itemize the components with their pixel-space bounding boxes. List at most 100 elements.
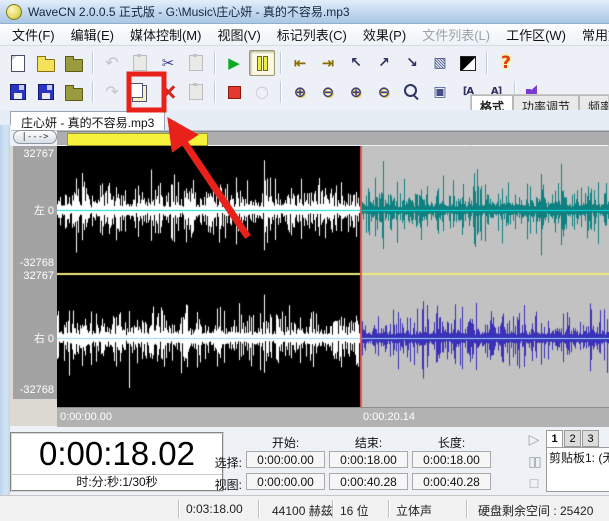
clipboard-tab-2[interactable]: 2: [564, 430, 581, 447]
status-samplerate: 44100 赫兹: [272, 504, 333, 518]
delete-icon: [159, 83, 177, 101]
paste-special-button[interactable]: [183, 50, 209, 76]
select-down-icon: ↘: [406, 55, 418, 71]
menu-view[interactable]: 视图(V): [209, 23, 268, 46]
scroll-mode-button[interactable]: |--->: [13, 130, 57, 144]
help-button[interactable]: ?: [493, 50, 519, 76]
record-icon: ○: [255, 82, 269, 101]
redo-button[interactable]: ↷: [99, 79, 125, 105]
invert-selection-button[interactable]: [455, 50, 481, 76]
copy-icon: [130, 83, 143, 98]
header-start: 开始:: [271, 436, 300, 450]
play-icon: ▶: [228, 53, 240, 72]
selection-start-field[interactable]: 0:00:00.00: [246, 451, 325, 468]
toolbar-separator: [280, 81, 282, 103]
file-tab[interactable]: 庄心妍 - 真的不容易.mp3: [10, 111, 166, 130]
mix-paste-button[interactable]: [183, 79, 209, 105]
pause-button[interactable]: [249, 50, 275, 76]
clipboard-tab-1[interactable]: 1: [546, 430, 563, 448]
selection-end-field[interactable]: 0:00:18.00: [329, 451, 408, 468]
right-zero-label: 右 0: [33, 333, 54, 345]
scrollbar-thumb[interactable]: [67, 133, 208, 146]
menu-file-list: 文件列表(L): [422, 28, 491, 43]
zoom-magnifier-button[interactable]: [399, 79, 425, 105]
mix-paste-icon: [189, 83, 203, 100]
new-file-button[interactable]: [5, 50, 31, 76]
delete-button[interactable]: [155, 79, 181, 105]
timeline-start-label: 0:00:00.00: [60, 411, 112, 423]
select-left-icon: ↖: [350, 55, 362, 71]
toolbar-separator: [92, 52, 94, 74]
zoom-in-icon: ⊕: [293, 82, 307, 101]
clipboard-status: 剪贴板1: (无: [546, 447, 609, 492]
select-to-start-button[interactable]: ⇤: [287, 50, 313, 76]
save-as-button[interactable]: [33, 79, 59, 105]
zoom-selection-icon: ▣: [433, 84, 447, 100]
menu-marker-list[interactable]: 标记列表(C): [269, 23, 355, 46]
play-button[interactable]: ▶: [221, 50, 247, 76]
view-length-field[interactable]: 0:00:40.28: [412, 473, 491, 490]
select-to-start-icon: ⇤: [293, 53, 307, 72]
menu-common-files[interactable]: 常用文件(A): [574, 23, 609, 46]
paste-special-icon: [189, 54, 203, 71]
view-row-label: 视图:: [214, 478, 242, 492]
file-tab-bar: 庄心妍 - 真的不容易.mp3: [0, 110, 609, 131]
menu-bar: 文件(F) 编辑(E) 媒体控制(M) 视图(V) 标记列表(C) 效果(P) …: [0, 24, 609, 46]
right-max-label: 32767: [23, 270, 54, 282]
record-button[interactable]: ○: [249, 79, 275, 105]
stop-button[interactable]: [221, 79, 247, 105]
redo-icon: ↷: [105, 82, 119, 101]
stop-icon: [227, 85, 241, 99]
paste-insert-icon: [133, 54, 147, 71]
time-display-box: 0:00:18.02 时:分:秒:1/30秒: [10, 432, 224, 492]
open-file-button[interactable]: [33, 50, 59, 76]
right-min-label: -32768: [19, 384, 54, 396]
save-file-button[interactable]: [5, 79, 31, 105]
view-end-field[interactable]: 0:00:40.28: [329, 473, 408, 490]
menu-file[interactable]: 文件(F): [4, 23, 63, 46]
timeline-ruler[interactable]: 0:00:00.00 0:00:20.14: [57, 407, 609, 427]
toolbar-separator: [214, 81, 216, 103]
view-start-field[interactable]: 0:00:00.00: [246, 473, 325, 490]
undo-icon: ↶: [105, 53, 119, 72]
save-folder-button[interactable]: [61, 79, 87, 105]
status-disk-space: 硬盘剩余空间 : 25420: [478, 504, 594, 518]
undo-button[interactable]: ↶: [99, 50, 125, 76]
select-to-end-button[interactable]: ⇥: [315, 50, 341, 76]
header-length: 长度:: [437, 436, 466, 450]
zoom-in-button[interactable]: ⊕: [287, 79, 313, 105]
cut-button[interactable]: ✂: [155, 50, 181, 76]
select-right-button[interactable]: ↗: [371, 50, 397, 76]
selection-length-field[interactable]: 0:00:18.00: [412, 451, 491, 468]
menu-effects[interactable]: 效果(P): [355, 23, 414, 46]
left-min-label: -32768: [19, 257, 54, 269]
zoom-out-button[interactable]: ⊖: [315, 79, 341, 105]
toolbar-separator: [486, 52, 488, 74]
select-left-button[interactable]: ↖: [343, 50, 369, 76]
clipboard-tab-3[interactable]: 3: [582, 430, 599, 447]
toolbar-separator: [280, 52, 282, 74]
menu-edit[interactable]: 编辑(E): [63, 23, 122, 46]
current-time-display: 0:00:18.02: [39, 435, 195, 472]
clipboard-tabs: 1 2 3: [546, 430, 609, 448]
select-down-button[interactable]: ↘: [399, 50, 425, 76]
scrollbar-track[interactable]: [57, 131, 609, 146]
zoom-selection-button[interactable]: ▣: [427, 79, 453, 105]
zoom-out-h-button[interactable]: ⊖: [371, 79, 397, 105]
zoom-in-h-button[interactable]: ⊕: [343, 79, 369, 105]
stop-indicator-icon: □: [529, 475, 539, 491]
left-max-label: 32767: [23, 148, 54, 160]
status-duration: 0:03:18.00: [186, 502, 243, 516]
toolbar-separator: [214, 52, 216, 74]
select-dashed-button[interactable]: ▧: [427, 50, 453, 76]
paste-insert-button[interactable]: [127, 50, 153, 76]
left-zero-label: 左 0: [33, 205, 54, 217]
menu-media-control[interactable]: 媒体控制(M): [122, 23, 210, 46]
zoom-out-h-icon: ⊖: [377, 82, 391, 101]
open-folder-button[interactable]: [61, 50, 87, 76]
menu-workspace[interactable]: 工作区(W): [498, 23, 574, 46]
waveform-canvas[interactable]: [57, 146, 609, 407]
title-bar[interactable]: WaveCN 2.0.0.5 正式版 - G:\Music\庄心妍 - 真的不容…: [0, 0, 609, 24]
copy-button[interactable]: [127, 79, 153, 105]
zoom-out-icon: ⊖: [321, 82, 335, 101]
